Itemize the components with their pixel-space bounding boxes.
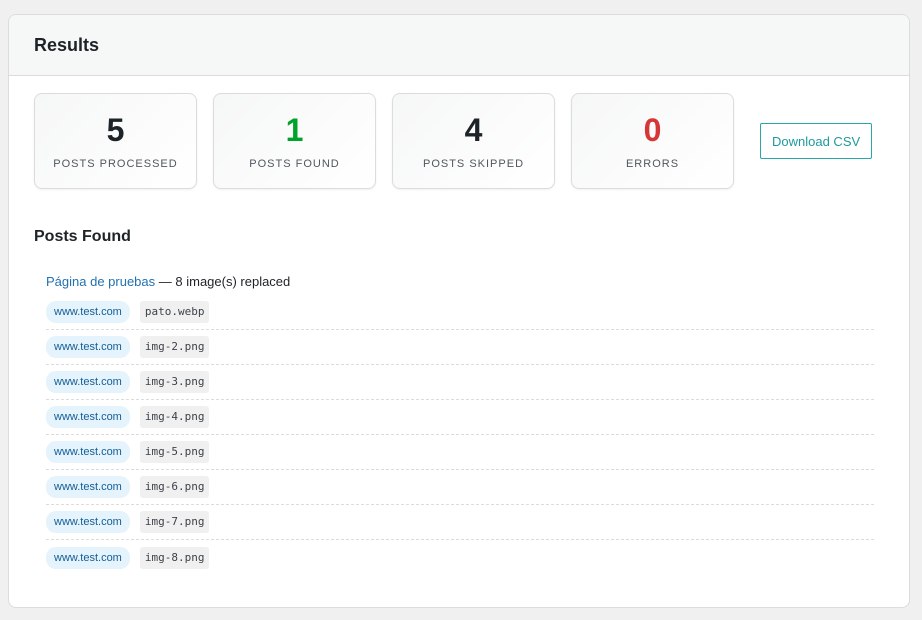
panel-header: Results bbox=[9, 15, 909, 76]
domain-badge: www.test.com bbox=[46, 406, 130, 428]
stat-value: 4 bbox=[464, 112, 483, 148]
stat-label: POSTS FOUND bbox=[249, 158, 340, 170]
filename-code: img-7.png bbox=[139, 511, 210, 533]
section-title: Posts Found bbox=[34, 228, 131, 245]
post-line: Página de pruebas — 8 image(s) replaced bbox=[46, 273, 874, 291]
image-row: www.test.com img-6.png bbox=[46, 470, 874, 505]
filename-code: img-4.png bbox=[139, 406, 210, 428]
stat-value: 1 bbox=[285, 112, 304, 148]
domain-badge: www.test.com bbox=[46, 546, 130, 569]
post-title-link[interactable]: Página de pruebas bbox=[46, 274, 155, 289]
image-row: www.test.com img-5.png bbox=[46, 435, 874, 470]
domain-badge: www.test.com bbox=[46, 511, 130, 533]
filename-code: img-3.png bbox=[139, 371, 210, 393]
domain-badge: www.test.com bbox=[46, 476, 130, 498]
stat-card-errors: 0 ERRORS bbox=[571, 93, 734, 189]
stat-card-posts-found: 1 POSTS FOUND bbox=[213, 93, 376, 189]
filename-code: pato.webp bbox=[139, 301, 210, 323]
filename-code: img-8.png bbox=[139, 546, 210, 569]
domain-badge: www.test.com bbox=[46, 301, 130, 323]
image-row: www.test.com img-3.png bbox=[46, 365, 874, 400]
image-row: www.test.com img-4.png bbox=[46, 400, 874, 435]
stat-label: ERRORS bbox=[625, 158, 680, 170]
post-entry: Página de pruebas — 8 image(s) replaced … bbox=[46, 273, 874, 575]
filename-code: img-5.png bbox=[139, 441, 210, 463]
image-row: www.test.com img-7.png bbox=[46, 505, 874, 540]
image-list: www.test.com pato.webp www.test.com img-… bbox=[46, 295, 874, 575]
stat-card-posts-skipped: 4 POSTS SKIPPED bbox=[392, 93, 555, 189]
image-row: www.test.com img-2.png bbox=[46, 330, 874, 365]
image-row: www.test.com pato.webp bbox=[46, 295, 874, 330]
filename-code: img-2.png bbox=[139, 336, 210, 358]
stats-row: 5 POSTS PROCESSED 1 POSTS FOUND 4 POSTS … bbox=[34, 93, 873, 189]
page-title: Results bbox=[34, 34, 100, 55]
image-row: www.test.com img-8.png bbox=[46, 540, 874, 575]
post-summary: — 8 image(s) replaced bbox=[155, 274, 291, 289]
stat-value: 5 bbox=[106, 112, 125, 148]
stat-label: POSTS SKIPPED bbox=[422, 158, 525, 170]
stat-card-posts-processed: 5 POSTS PROCESSED bbox=[34, 93, 197, 189]
filename-code: img-6.png bbox=[139, 476, 210, 498]
download-csv-button[interactable]: Download CSV bbox=[760, 123, 873, 159]
domain-badge: www.test.com bbox=[46, 441, 130, 463]
domain-badge: www.test.com bbox=[46, 336, 130, 358]
results-panel: Results 5 POSTS PROCESSED 1 POSTS FOUND … bbox=[8, 14, 910, 608]
stat-value: 0 bbox=[643, 112, 662, 148]
stat-label: POSTS PROCESSED bbox=[53, 158, 178, 170]
domain-badge: www.test.com bbox=[46, 371, 130, 393]
